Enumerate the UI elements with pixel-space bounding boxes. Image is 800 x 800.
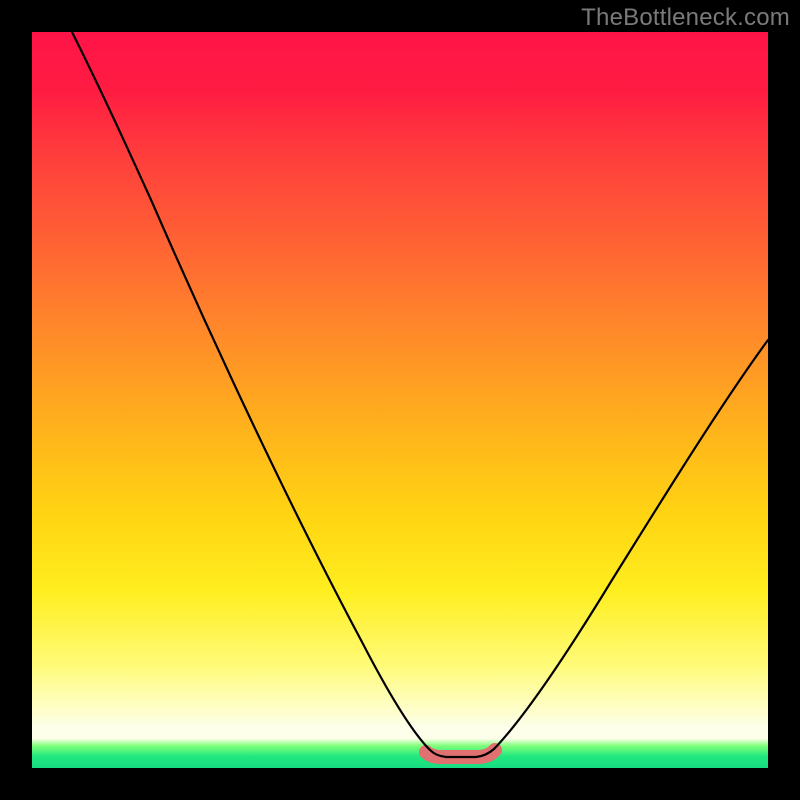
watermark-text: TheBottleneck.com: [581, 4, 790, 32]
plot-area: [32, 32, 768, 768]
curve-layer: [32, 32, 768, 768]
chart-frame: TheBottleneck.com: [0, 0, 800, 800]
bottleneck-curve: [72, 32, 768, 757]
